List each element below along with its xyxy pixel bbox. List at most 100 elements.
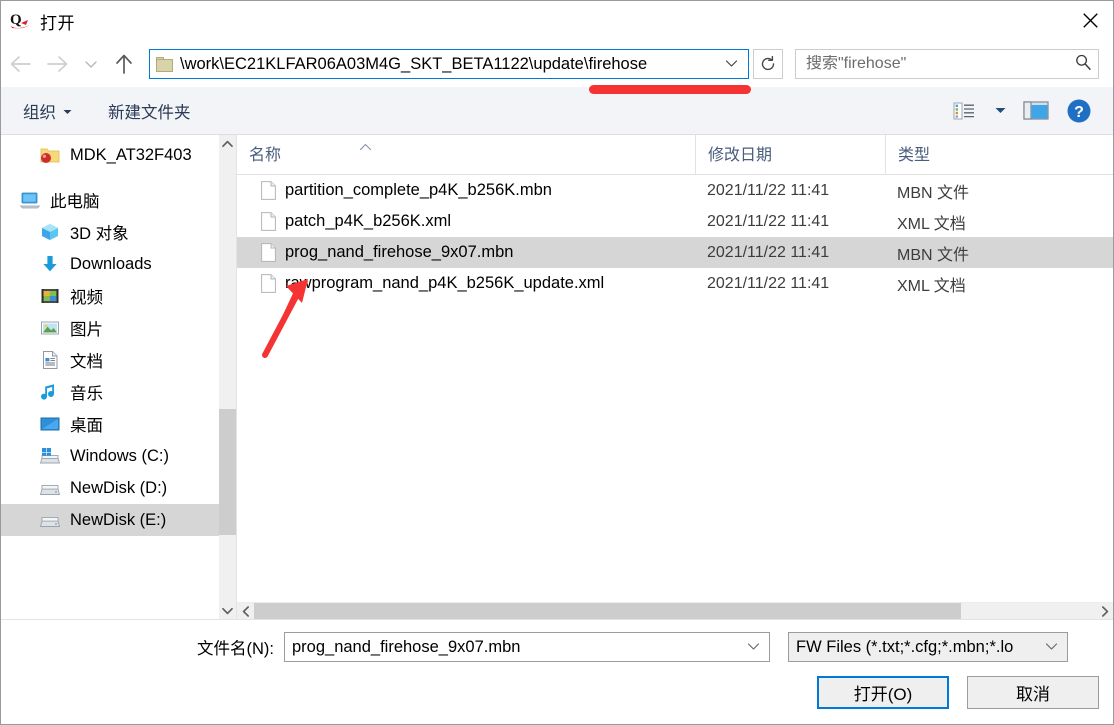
sidebar-item-label: 3D 对象: [70, 225, 129, 243]
sidebar-item-this-pc[interactable]: 此电脑: [1, 184, 219, 216]
scroll-right-chevron-right-icon[interactable]: [1096, 603, 1113, 620]
table-row[interactable]: partition_complete_p4K_b256K.mbn 2021/11…: [237, 175, 1113, 206]
file-type-cell: XML 文档: [897, 277, 966, 295]
file-type-cell: XML 文档: [897, 215, 966, 233]
file-name-text: rawprogram_nand_p4K_b256K_update.xml: [285, 274, 605, 292]
column-header-label: 类型: [898, 147, 931, 164]
file-name-text: prog_nand_firehose_9x07.mbn: [285, 243, 514, 261]
drive-icon: [39, 477, 61, 499]
windows-drive-icon: [39, 445, 61, 467]
file-date-cell: 2021/11/22 11:41: [707, 181, 830, 199]
sidebar-item-label: MDK_AT32F403: [70, 145, 192, 164]
file-name-text: patch_p4K_b256K.xml: [285, 212, 452, 230]
sidebar-item-label: 音乐: [70, 385, 103, 403]
column-headers: 名称 修改日期 类型: [237, 135, 1113, 175]
address-dropdown-chevron-down-icon[interactable]: [723, 55, 744, 73]
drive-icon: [39, 509, 61, 531]
hscroll-track[interactable]: [254, 602, 1096, 620]
file-type-filter-value: FW Files (*.txt;*.cfg;*.mbn;*.lo: [796, 637, 1014, 656]
scroll-up-chevron-up-icon[interactable]: [219, 135, 236, 152]
svg-text:?: ?: [1074, 104, 1084, 121]
file-name-cell: prog_nand_firehose_9x07.mbn: [237, 243, 695, 262]
sidebar-scroll-thumb[interactable]: [219, 408, 236, 535]
organize-menu-button[interactable]: 组织: [23, 99, 72, 123]
sidebar-item-downloads[interactable]: Downloads: [1, 248, 219, 280]
new-folder-button[interactable]: 新建文件夹: [108, 99, 191, 123]
sidebar-list: MDK_AT32F403 此电脑 3D 对象 Downloads 视频 图片 文…: [1, 135, 219, 619]
sidebar-item-label: NewDisk (E:): [70, 510, 167, 529]
table-row[interactable]: patch_p4K_b256K.xml 2021/11/22 11:41 XML…: [237, 206, 1113, 237]
filter-dropdown-chevron-down-icon[interactable]: [1040, 638, 1063, 656]
column-header-date[interactable]: 修改日期: [695, 135, 885, 174]
column-header-name[interactable]: 名称: [237, 135, 695, 174]
view-options-caret-down-icon[interactable]: [987, 93, 1013, 129]
table-row[interactable]: prog_nand_firehose_9x07.mbn 2021/11/22 1…: [237, 237, 1113, 268]
command-bar: 组织 新建文件夹 ?: [1, 87, 1113, 135]
search-box[interactable]: [795, 49, 1099, 79]
sidebar-item-music[interactable]: 音乐: [1, 376, 219, 408]
sidebar-item-videos[interactable]: 视频: [1, 280, 219, 312]
desktop-icon: [39, 413, 61, 435]
documents-icon: [39, 349, 61, 371]
table-row[interactable]: rawprogram_nand_p4K_b256K_update.xml 202…: [237, 268, 1113, 299]
sidebar-item-label: 文档: [70, 353, 103, 371]
videos-icon: [39, 285, 61, 307]
open-button[interactable]: 打开(O): [817, 676, 949, 709]
file-type-cell: MBN 文件: [897, 184, 970, 202]
sidebar-item-windows-c[interactable]: Windows (C:): [1, 440, 219, 472]
file-date-cell: 2021/11/22 11:41: [707, 212, 830, 230]
hscroll-thumb[interactable]: [254, 602, 962, 620]
file-icon: [261, 274, 276, 293]
sidebar-item-mdk-at32f403[interactable]: MDK_AT32F403: [1, 139, 219, 171]
recent-locations-button[interactable]: [77, 45, 105, 83]
refresh-button[interactable]: [753, 49, 783, 79]
dialog-footer: 文件名(N): FW Files (*.txt;*.cfg;*.mbn;*.lo…: [1, 619, 1113, 724]
new-folder-label: 新建文件夹: [108, 103, 191, 122]
command-bar-right-group: ?: [941, 87, 1099, 134]
file-type-filter-dropdown[interactable]: FW Files (*.txt;*.cfg;*.mbn;*.lo: [788, 632, 1068, 662]
sidebar-item-label: 视频: [70, 289, 103, 307]
sidebar-item-label: NewDisk (D:): [70, 478, 168, 497]
view-list-icon[interactable]: [941, 93, 987, 129]
sidebar-item-desktop[interactable]: 桌面: [1, 408, 219, 440]
sidebar-vertical-scrollbar[interactable]: [219, 135, 236, 619]
scroll-down-chevron-down-icon[interactable]: [219, 602, 236, 619]
address-path-text: \work\EC21KLFAR06A03M4G_SKT_BETA1122\upd…: [180, 54, 648, 73]
back-button[interactable]: [1, 45, 39, 83]
window-title: 打开: [40, 13, 75, 33]
up-button[interactable]: [105, 45, 143, 83]
open-file-dialog: Q 打开 \work\EC21KLFAR06A03M4G_SKT_BETA112…: [0, 0, 1114, 725]
column-header-type[interactable]: 类型: [885, 135, 1113, 174]
forward-button[interactable]: [39, 45, 77, 83]
sidebar-item-newdisk-d[interactable]: NewDisk (D:): [1, 472, 219, 504]
quectel-q-logo-icon: Q: [9, 9, 33, 33]
sidebar-item-documents[interactable]: 文档: [1, 344, 219, 376]
preview-pane-icon[interactable]: [1013, 93, 1059, 129]
filename-label: 文件名(N):: [197, 640, 274, 658]
address-bar[interactable]: \work\EC21KLFAR06A03M4G_SKT_BETA1122\upd…: [149, 49, 749, 79]
file-icon: [261, 243, 276, 262]
sidebar-scroll-track[interactable]: [219, 152, 236, 602]
sidebar-item-newdisk-e[interactable]: NewDisk (E:): [1, 504, 219, 536]
title-bar: Q 打开: [1, 1, 1113, 41]
filename-input[interactable]: [292, 637, 742, 657]
sidebar-item-label: Downloads: [70, 254, 152, 273]
search-input[interactable]: [806, 55, 1074, 73]
dialog-body: MDK_AT32F403 此电脑 3D 对象 Downloads 视频 图片 文…: [1, 135, 1113, 620]
file-name-text: partition_complete_p4K_b256K.mbn: [285, 181, 552, 199]
scroll-left-chevron-left-icon[interactable]: [237, 603, 254, 620]
sidebar-item-label: 此电脑: [50, 193, 100, 211]
file-list-pane: 名称 修改日期 类型 partition_complete_p4K_b256K.…: [237, 135, 1113, 620]
filename-dropdown-chevron-down-icon[interactable]: [742, 638, 765, 656]
close-button[interactable]: [1067, 1, 1113, 39]
file-name-cell: rawprogram_nand_p4K_b256K_update.xml: [237, 274, 695, 293]
file-list-horizontal-scrollbar[interactable]: [237, 602, 1113, 620]
cancel-button[interactable]: 取消: [967, 676, 1099, 709]
caret-down-icon: [63, 101, 72, 120]
help-icon[interactable]: ?: [1059, 93, 1099, 129]
filename-field[interactable]: [284, 632, 770, 662]
sidebar-item-pictures[interactable]: 图片: [1, 312, 219, 344]
sidebar-item-3d-objects[interactable]: 3D 对象: [1, 216, 219, 248]
file-name-cell: partition_complete_p4K_b256K.mbn: [237, 181, 695, 200]
